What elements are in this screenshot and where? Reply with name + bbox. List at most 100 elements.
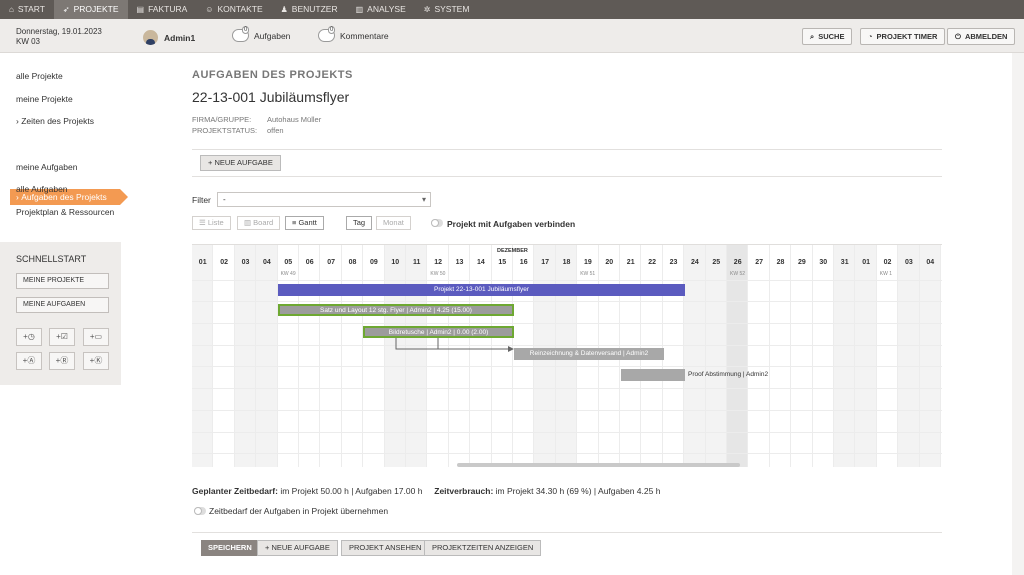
- status-label: PROJEKTSTATUS:: [192, 126, 258, 135]
- nav-label: Projekte: [73, 4, 119, 14]
- search-icon: ⌕: [810, 31, 815, 41]
- gantt-day-label: 13: [455, 259, 464, 266]
- nav-label: Kontakte: [217, 4, 263, 14]
- gantt-day-label: 22: [648, 259, 656, 266]
- comments-count: 0: [328, 26, 336, 34]
- gantt-day-label: 24: [690, 259, 699, 266]
- comments-counter[interactable]: 0 Kommentare: [318, 26, 389, 42]
- sidebar-item-label: Zeiten des Projekts: [21, 116, 94, 126]
- nav-faktura[interactable]: ▤ Faktura: [128, 0, 197, 19]
- add-folder-icon[interactable]: +▭: [83, 328, 109, 346]
- sidebar-item-all-projects[interactable]: alle Projekte: [16, 71, 63, 81]
- new-task-label: Neue Aufgabe: [214, 158, 273, 167]
- tasks-counter[interactable]: 0 Aufgaben: [232, 26, 291, 42]
- gantt-week-label: KW 51: [580, 271, 596, 277]
- add-task-icon[interactable]: +☑: [49, 328, 75, 346]
- view-gantt-button[interactable]: ≡ Gantt: [285, 216, 324, 230]
- view-gantt-label: Gantt: [298, 218, 317, 227]
- view-board-label: Board: [253, 218, 274, 227]
- gear-icon: ✲: [423, 5, 431, 14]
- nav-projekte[interactable]: ➶ Projekte: [53, 0, 128, 19]
- gantt-day-label: 06: [305, 259, 314, 266]
- rocket-icon: ➶: [62, 5, 70, 14]
- avatar: [143, 30, 158, 45]
- gantt-day-label: 03: [904, 259, 913, 266]
- tasks-bubble-icon: 0: [232, 26, 250, 42]
- tasks-label: Aufgaben: [254, 30, 291, 41]
- sidebar-item-all-tasks[interactable]: alle Aufgaben: [16, 184, 68, 194]
- comments-bubble-icon: 0: [318, 26, 336, 42]
- save-button[interactable]: Speichern: [201, 540, 259, 556]
- sidebar-item-my-projects[interactable]: meine Projekte: [16, 94, 73, 104]
- top-navigation: ⌂ Start ➶ Projekte ▤ Faktura ☺ Kontakte ♟ Benutze…: [0, 0, 1024, 19]
- list-icon: ☰: [199, 218, 208, 227]
- nav-benutzer[interactable]: ♟ Benutzer: [272, 0, 347, 19]
- add-r-icon[interactable]: +Ⓡ: [49, 352, 75, 370]
- sidebar-item-project-times[interactable]: › Zeiten des Projekts: [16, 116, 94, 126]
- logout-button[interactable]: ⏻ Abmelden: [947, 28, 1016, 45]
- nav-label: Benutzer: [291, 4, 338, 14]
- planned-label: Geplanter Zeitbedarf:: [192, 486, 278, 496]
- connect-label: Projekt mit Aufgaben verbinden: [447, 219, 576, 229]
- power-icon: ⏻: [955, 31, 961, 41]
- status-row: PROJEKTSTATUS: offen: [192, 126, 284, 135]
- gantt-day-label: 26: [733, 259, 742, 266]
- gantt-day-label: 27: [755, 259, 763, 266]
- page-subtitle: AUFGABEN DES PROJEKTS: [192, 69, 353, 81]
- view-board-button[interactable]: ▥ Board: [237, 216, 281, 230]
- gantt-day-label: 03: [241, 259, 250, 266]
- new-task-button[interactable]: + Neue Aufgabe: [200, 155, 281, 171]
- gantt-day-label: 04: [262, 259, 271, 266]
- quickstart-panel: SCHNELLSTART MEINE PROJEKTE MEINE AUFGAB…: [0, 242, 121, 385]
- add-time-icon[interactable]: +◷: [16, 328, 42, 346]
- right-edge: [1012, 53, 1024, 575]
- gantt-day-label: 25: [712, 259, 721, 266]
- bottom-new-task-label: Neue Aufgabe: [271, 543, 330, 552]
- filter-select[interactable]: -: [217, 192, 431, 207]
- view-list-button[interactable]: ☰ Liste: [192, 216, 231, 230]
- nav-label: System: [434, 4, 470, 14]
- gantt-week-label: KW 52: [730, 271, 746, 277]
- search-button[interactable]: ⌕ Suche: [802, 28, 853, 45]
- show-project-times-button[interactable]: Projektzeiten anzeigen: [424, 540, 542, 556]
- bottom-new-task-button[interactable]: + Neue Aufgabe: [257, 540, 338, 556]
- gantt-day-label: 12: [434, 259, 442, 266]
- add-k-icon[interactable]: +Ⓚ: [83, 352, 109, 370]
- sidebar-item-my-tasks[interactable]: meine Aufgaben: [16, 162, 77, 172]
- time-summary: Geplanter Zeitbedarf: im Projekt 50.00 h…: [192, 486, 660, 496]
- view-month-button[interactable]: Monat: [376, 216, 411, 230]
- timer-icon: ◔: [868, 32, 873, 41]
- comments-label: Kommentare: [340, 30, 389, 41]
- apply-time-toggle[interactable]: [194, 507, 206, 515]
- view-project-button[interactable]: Projekt ansehen: [341, 540, 430, 556]
- gantt-day-label: 19: [583, 259, 592, 266]
- status-value: offen: [267, 126, 284, 135]
- nav-kontakte[interactable]: ☺ Kontakte: [196, 0, 271, 19]
- view-list-label: Liste: [207, 218, 224, 227]
- search-label: Suche: [818, 32, 845, 41]
- filter-label: Filter: [192, 195, 211, 205]
- date-display: Donnerstag, 19.01.2023 KW 03: [16, 27, 102, 47]
- nav-start[interactable]: ⌂ Start: [0, 0, 54, 19]
- used-value: im Projekt 34.30 h (69 %) | Aufgaben 4.2…: [495, 486, 661, 496]
- nav-system[interactable]: ✲ System: [415, 0, 479, 19]
- horizontal-scrollbar[interactable]: [457, 463, 740, 467]
- dependency-arrows: [395, 338, 514, 352]
- user-menu[interactable]: Admin1: [143, 30, 195, 45]
- sidebar-item-project-plan[interactable]: Projektplan & Ressourcen: [16, 207, 114, 217]
- view-day-button[interactable]: Tag: [346, 216, 373, 230]
- gantt-day-label: 05: [284, 259, 293, 266]
- gantt-day-label: 20: [605, 259, 614, 266]
- project-timer-button[interactable]: ◔ Projekt Timer: [860, 28, 946, 45]
- gantt-day-label: 04: [926, 259, 935, 266]
- add-a-icon[interactable]: +Ⓐ: [16, 352, 42, 370]
- connect-toggle[interactable]: [431, 219, 443, 227]
- bottom-action-bar: Speichern + Neue Aufgabe Projekt ansehen…: [192, 532, 942, 562]
- current-week: KW 03: [16, 37, 41, 46]
- sub-header: Donnerstag, 19.01.2023 KW 03 Admin1 0 Au…: [0, 19, 1024, 53]
- quick-my-projects-button[interactable]: MEINE PROJEKTE: [16, 273, 109, 289]
- board-icon: ▥: [244, 218, 254, 227]
- nav-analyse[interactable]: ▥ Analyse: [347, 0, 415, 19]
- people-icon: ☺: [205, 5, 214, 14]
- quick-my-tasks-button[interactable]: MEINE AUFGABEN: [16, 297, 109, 313]
